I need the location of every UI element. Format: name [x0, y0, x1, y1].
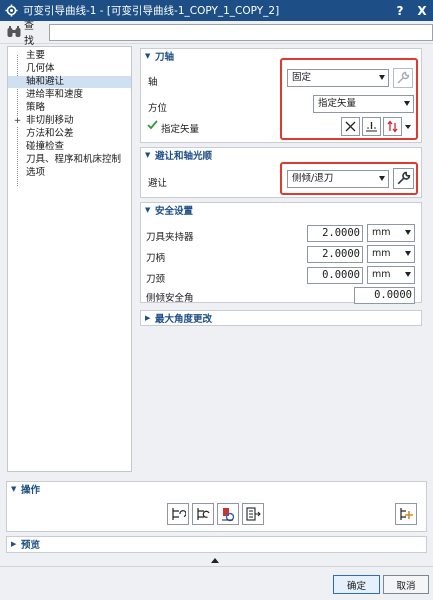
generate-toolpath-icon: [172, 508, 186, 520]
clearance-section: ▼ 安全设置 刀具夹持器 2.0000 mm 刀柄 2.0000 mm 刀颈 0…: [140, 202, 422, 304]
generate-button[interactable]: [167, 503, 189, 525]
axis-label: 轴: [148, 77, 158, 88]
title-bar: 可变引导曲线-1 - [可变引导曲线-1_COPY_1_COPY_2] ? X: [0, 0, 433, 21]
nav-item-main[interactable]: 主要: [8, 50, 131, 62]
app-gear-icon: [4, 4, 18, 18]
verify-button[interactable]: [217, 503, 239, 525]
collapse-arrow-icon: ▼: [145, 206, 151, 214]
list-toolpath-icon: [246, 507, 261, 521]
max-angle-header[interactable]: ▶ 最大角度更改: [141, 311, 421, 325]
operations-section: ▼ 操作: [6, 481, 427, 532]
dialog-footer: 确定 取消: [0, 566, 433, 600]
operations-header[interactable]: ▼ 操作: [7, 482, 426, 496]
list-toolpath-button[interactable]: [242, 503, 264, 525]
avoidance-label: 避让: [148, 178, 168, 189]
replay-button[interactable]: [192, 503, 214, 525]
shank-clearance-label: 刀柄: [146, 253, 166, 264]
vector-label: 指定矢量: [161, 124, 200, 135]
nav-item-method-tolerance[interactable]: 方法和公差: [8, 128, 131, 140]
expand-arrow-icon: ▶: [145, 314, 151, 322]
collapse-arrow-icon: ▼: [11, 485, 17, 493]
tilt-angle-label: 侧倾安全角: [146, 293, 194, 304]
max-angle-section[interactable]: ▶ 最大角度更改: [140, 310, 422, 326]
nav-item-options[interactable]: 选项: [8, 167, 131, 179]
collapse-panel-icon[interactable]: [211, 558, 219, 563]
holder-clearance-label: 刀具夹持器: [146, 232, 194, 243]
clearance-header[interactable]: ▼ 安全设置: [141, 203, 421, 217]
nav-item-geometry[interactable]: 几何体: [8, 63, 131, 75]
preview-section[interactable]: ▶ 预览: [6, 536, 427, 553]
collapse-arrow-icon: ▼: [145, 151, 151, 159]
neck-unit-select[interactable]: mm: [367, 266, 415, 284]
nav-item-non-cutting[interactable]: 非切削移动: [8, 115, 131, 127]
nav-item-feeds-speeds[interactable]: 进给率和速度: [8, 89, 131, 101]
nav-tree: 主要 几何体 轴和避让 进给率和速度 策略 + 非切削移动 方法和公差 碰撞检查…: [7, 46, 132, 472]
verify-toolpath-icon: [222, 508, 235, 522]
orientation-label: 方位: [148, 103, 168, 114]
add-operation-icon: [400, 508, 413, 520]
tilt-angle-input[interactable]: 0.0000: [354, 287, 415, 304]
preview-header[interactable]: ▶ 预览: [7, 537, 426, 551]
cancel-button[interactable]: 取消: [383, 575, 429, 594]
shank-unit-select[interactable]: mm: [367, 245, 415, 263]
nav-item-axis-avoidance[interactable]: 轴和避让: [8, 76, 131, 89]
highlight-box-avoidance: [280, 162, 418, 195]
holder-clearance-input[interactable]: 2.0000: [307, 225, 363, 242]
neck-clearance-label: 刀颈: [146, 274, 166, 285]
find-input[interactable]: [48, 23, 433, 41]
nav-item-collision-check[interactable]: 碰撞检查: [8, 141, 131, 153]
caret-down-icon: [405, 251, 411, 256]
highlight-box-tool-axis: [280, 58, 418, 140]
collapse-arrow-icon: ▼: [145, 52, 151, 60]
find-bar: 查找: [0, 21, 433, 47]
neck-clearance-input[interactable]: 0.0000: [307, 267, 363, 284]
holder-unit-select[interactable]: mm: [367, 224, 415, 242]
avoidance-header[interactable]: ▼ 避让和轴光顺: [141, 148, 421, 162]
check-icon: [147, 119, 158, 133]
close-button[interactable]: X: [411, 0, 433, 21]
nav-item-strategy[interactable]: 策略: [8, 102, 131, 114]
caret-down-icon: [405, 230, 411, 235]
binoculars-icon: [6, 24, 22, 40]
shank-clearance-input[interactable]: 2.0000: [307, 246, 363, 263]
help-button[interactable]: ?: [389, 0, 411, 21]
caret-down-icon: [405, 272, 411, 277]
ok-button[interactable]: 确定: [333, 575, 380, 594]
find-label: 查找: [24, 21, 34, 47]
window-title: 可变引导曲线-1 - [可变引导曲线-1_COPY_1_COPY_2]: [23, 5, 280, 17]
replay-toolpath-icon: [197, 508, 210, 520]
nav-item-tool-program-machine[interactable]: 刀具、程序和机床控制: [8, 154, 131, 166]
add-operation-button[interactable]: [395, 503, 417, 525]
expand-arrow-icon: ▶: [11, 540, 17, 548]
